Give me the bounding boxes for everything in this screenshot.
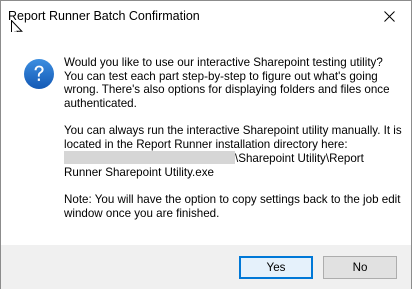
message-paragraph-note: Note: You will have the option to copy s… (64, 192, 401, 220)
dialog-message: Would you like to use our interactive Sh… (64, 56, 404, 234)
message-paragraph-intro: Would you like to use our interactive Sh… (64, 56, 390, 110)
button-bar: Yes No (1, 245, 411, 289)
info-question-icon (24, 59, 54, 89)
window-title: Report Runner Batch Confirmation (8, 9, 200, 23)
redacted-path (64, 151, 235, 165)
title-bar[interactable]: Report Runner Batch Confirmation (1, 1, 411, 32)
close-icon (383, 11, 395, 22)
location-intro-text: You can always run the interactive Share… (64, 123, 402, 151)
dialog-content: Would you like to use our interactive Sh… (1, 32, 411, 245)
yes-button[interactable]: Yes (239, 256, 313, 279)
message-paragraph-location: You can always run the interactive Share… (64, 124, 404, 179)
dialog-window: Report Runner Batch Confirmation Would y… (0, 0, 412, 289)
close-button[interactable] (367, 1, 411, 32)
no-button[interactable]: No (323, 256, 397, 279)
